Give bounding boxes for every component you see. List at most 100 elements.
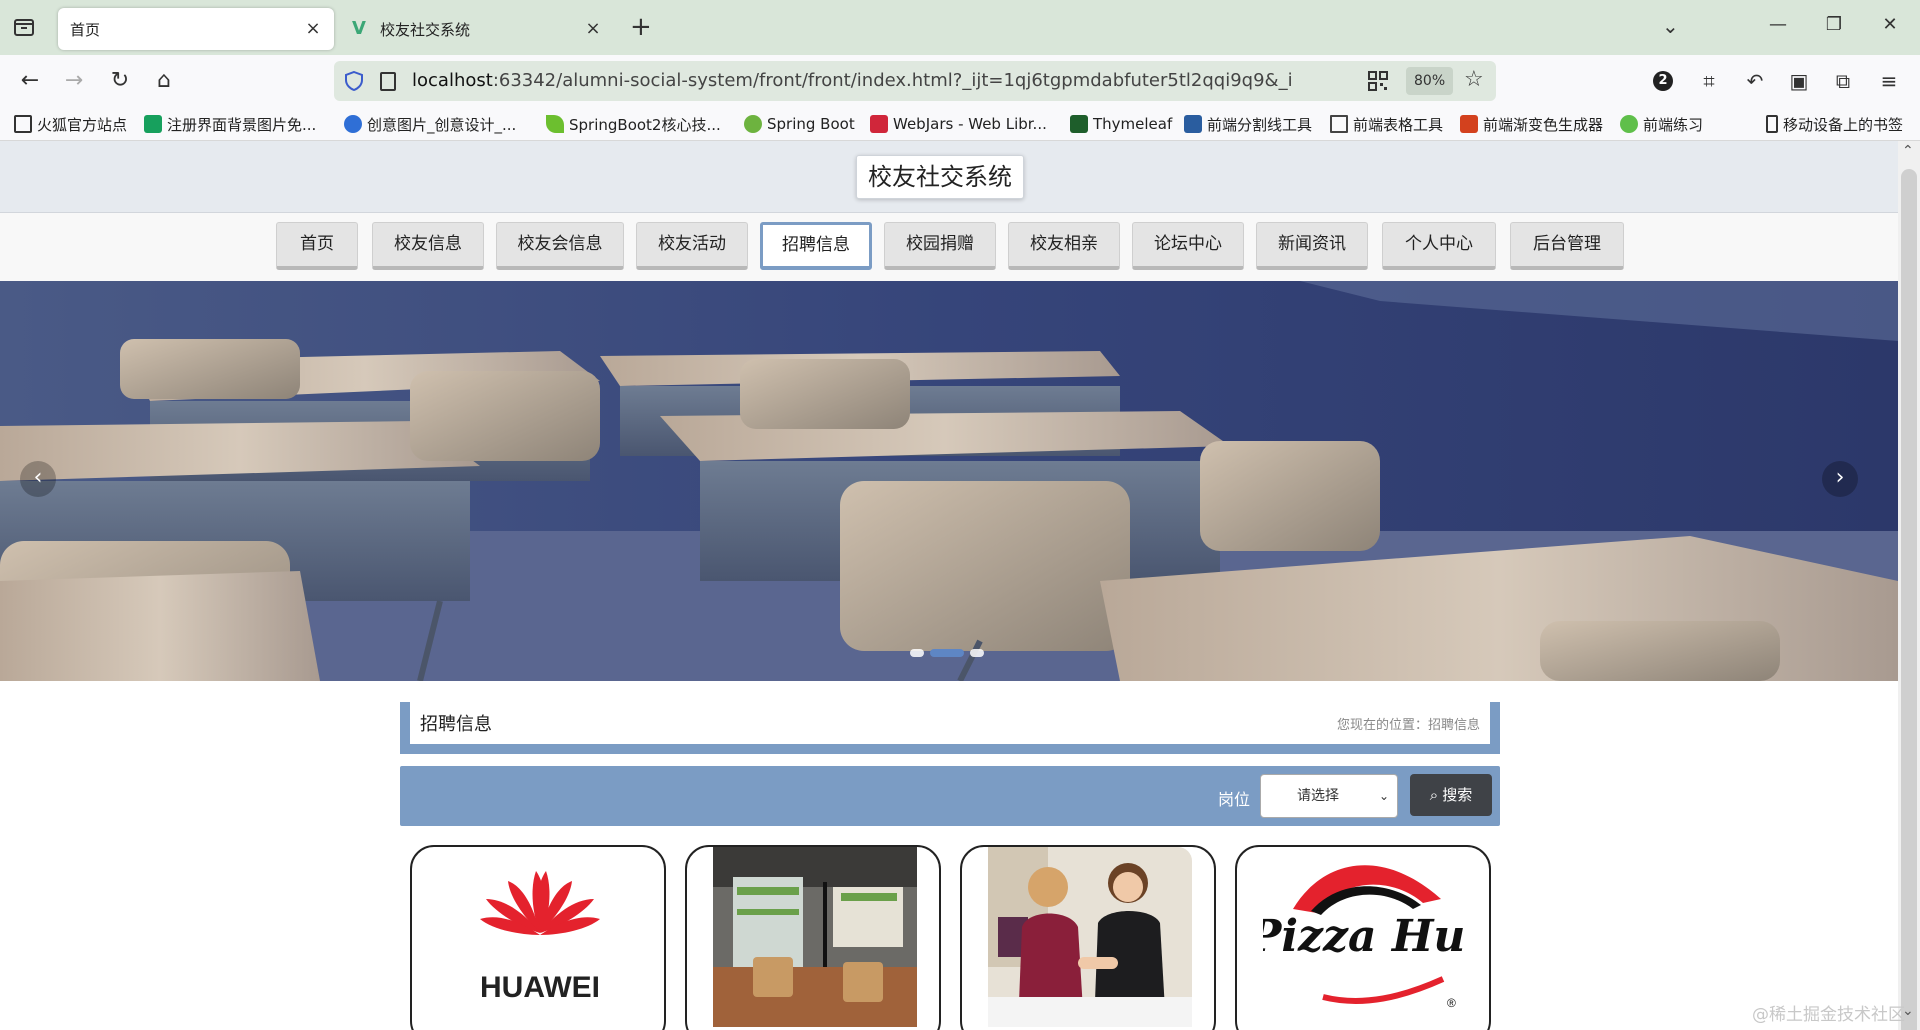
page-viewport: 校友社交系统 首页 校友信息 校友会信息 校友活动 招聘信息 校园捐赠 校友相亲… bbox=[0, 141, 1898, 1030]
mobile-icon bbox=[1766, 115, 1778, 133]
spring-icon bbox=[744, 115, 762, 133]
menu-item-forum[interactable]: 论坛中心 bbox=[1132, 222, 1244, 270]
site-header: 校友社交系统 bbox=[0, 141, 1898, 213]
bookmark-item[interactable]: WebJars - Web Libr... bbox=[870, 112, 1047, 136]
bookmark-item[interactable]: 前端分割线工具 bbox=[1184, 112, 1312, 136]
job-card[interactable]: HUAWEI bbox=[410, 845, 666, 1030]
bookmark-item[interactable]: SpringBoot2核心技... bbox=[546, 112, 721, 136]
menu-item-recruitment[interactable]: 招聘信息 bbox=[760, 222, 872, 270]
restore-icon[interactable]: ❐ bbox=[1822, 14, 1846, 35]
qr-code-icon[interactable] bbox=[1368, 71, 1388, 91]
page-icon bbox=[380, 72, 396, 91]
shield-icon[interactable] bbox=[344, 71, 364, 91]
menu-item-profile[interactable]: 个人中心 bbox=[1382, 222, 1496, 270]
pizza-hut-logo: Pizza Hut ® bbox=[1263, 865, 1467, 1010]
carousel-dot[interactable] bbox=[910, 649, 924, 657]
bookmark-item[interactable]: 移动设备上的书签 bbox=[1766, 112, 1903, 136]
navigation-toolbar: ← → ↻ ⌂ localhost:63342/alumni-social-sy… bbox=[0, 55, 1920, 107]
menu-item-news[interactable]: 新闻资讯 bbox=[1256, 222, 1368, 270]
menu-item-home[interactable]: 首页 bbox=[276, 222, 358, 270]
search-button[interactable]: ⌕ 搜索 bbox=[1410, 774, 1492, 816]
screenshot-icon[interactable]: ▣ bbox=[1786, 68, 1812, 94]
vue-icon: V bbox=[352, 18, 366, 39]
reload-icon[interactable]: ↻ bbox=[106, 67, 134, 95]
close-icon[interactable]: × bbox=[304, 20, 322, 38]
close-icon[interactable]: × bbox=[584, 20, 602, 38]
minimize-icon[interactable]: — bbox=[1766, 14, 1790, 35]
tab-bar: 首页 × V 校友社交系统 × + ⌄ — ❐ ✕ bbox=[0, 0, 1920, 55]
carousel-next-icon[interactable]: › bbox=[1822, 461, 1858, 497]
zoom-level[interactable]: 80% bbox=[1406, 67, 1454, 95]
svg-text:®: ® bbox=[1447, 996, 1456, 1010]
bookmark-item[interactable]: 创意图片_创意设计_... bbox=[344, 112, 516, 136]
bookmark-favicon-icon bbox=[1184, 115, 1202, 133]
section-title-box: 招聘信息 您现在的位置：招聘信息 bbox=[400, 702, 1500, 754]
svg-text:HUAWEI: HUAWEI bbox=[480, 971, 600, 1004]
undo-icon[interactable]: ↶ bbox=[1742, 68, 1768, 94]
job-card[interactable]: Pizza Hut ® bbox=[1235, 845, 1491, 1030]
folder-icon bbox=[14, 115, 32, 133]
menu-icon[interactable]: ≡ bbox=[1876, 68, 1902, 94]
job-card[interactable] bbox=[960, 845, 1216, 1030]
menu-item-donation[interactable]: 校园捐赠 bbox=[884, 222, 996, 270]
tab-home[interactable]: 首页 × bbox=[58, 8, 334, 50]
address-bar[interactable]: localhost:63342/alumni-social-system/fro… bbox=[334, 61, 1496, 101]
huawei-logo: HUAWEI bbox=[480, 871, 600, 1004]
filter-bar: 岗位 请选择 ⌄ ⌕ 搜索 bbox=[400, 766, 1500, 826]
bookmark-star-icon[interactable]: ☆ bbox=[1464, 67, 1484, 92]
bookmark-item[interactable]: 前端表格工具 bbox=[1330, 112, 1443, 136]
page-scrollbar[interactable]: ⌃ ⌄ bbox=[1898, 141, 1920, 1030]
menu-item-admin[interactable]: 后台管理 bbox=[1510, 222, 1624, 270]
position-select[interactable]: 请选择 ⌄ bbox=[1260, 774, 1398, 818]
tab-title: 首页 bbox=[70, 20, 101, 39]
bookmark-item[interactable]: 注册界面背景图片免... bbox=[144, 112, 316, 136]
gradient-icon bbox=[1460, 115, 1478, 133]
url-text[interactable]: localhost:63342/alumni-social-system/fro… bbox=[412, 70, 1292, 91]
scroll-up-icon[interactable]: ⌃ bbox=[1902, 143, 1914, 159]
bookmark-favicon-icon bbox=[144, 115, 162, 133]
extensions-icon[interactable]: ⧉ bbox=[1830, 68, 1856, 94]
bookmark-item[interactable]: 火狐官方站点 bbox=[14, 112, 127, 136]
menu-item-alumni-info[interactable]: 校友信息 bbox=[372, 222, 484, 270]
interview-handshake-photo bbox=[988, 847, 1192, 1027]
menu-item-activities[interactable]: 校友活动 bbox=[636, 222, 748, 270]
leaf-icon bbox=[546, 115, 564, 133]
table-icon bbox=[1330, 115, 1348, 133]
bookmark-favicon-icon bbox=[344, 115, 362, 133]
new-tab-icon[interactable]: + bbox=[630, 14, 652, 40]
home-icon[interactable]: ⌂ bbox=[150, 67, 178, 95]
scroll-thumb[interactable] bbox=[1901, 169, 1917, 1030]
carousel-prev-icon[interactable]: ‹ bbox=[20, 461, 56, 497]
webjars-icon bbox=[870, 115, 888, 133]
menu-item-matchmaking[interactable]: 校友相亲 bbox=[1008, 222, 1120, 270]
thymeleaf-icon bbox=[1070, 115, 1088, 133]
position-label: 岗位 bbox=[1218, 790, 1251, 809]
main-menu: 首页 校友信息 校友会信息 校友活动 招聘信息 校园捐赠 校友相亲 论坛中心 新… bbox=[0, 213, 1898, 281]
banner-carousel[interactable]: ‹ › bbox=[0, 281, 1898, 681]
site-title: 校友社交系统 bbox=[856, 155, 1024, 199]
back-icon[interactable]: ← bbox=[16, 67, 44, 95]
job-card[interactable] bbox=[685, 845, 941, 1030]
chevron-down-icon: ⌄ bbox=[1378, 789, 1389, 803]
carousel-dot[interactable] bbox=[970, 649, 984, 657]
bookmark-item[interactable]: 前端练习 bbox=[1620, 112, 1703, 136]
bookmark-item[interactable]: Spring Boot bbox=[744, 112, 855, 136]
chevron-down-icon[interactable]: ⌄ bbox=[1662, 14, 1679, 38]
carousel-dot-active[interactable] bbox=[930, 649, 964, 657]
bookmark-item[interactable]: 前端渐变色生成器 bbox=[1460, 112, 1603, 136]
menu-item-alumni-association[interactable]: 校友会信息 bbox=[496, 222, 624, 270]
bookmarks-toolbar: 火狐官方站点 注册界面背景图片免... 创意图片_创意设计_... Spring… bbox=[0, 107, 1920, 141]
carousel-indicators bbox=[910, 649, 984, 657]
section-title: 招聘信息 bbox=[420, 714, 492, 735]
window-close-icon[interactable]: ✕ bbox=[1878, 14, 1902, 35]
bookmark-item[interactable]: Thymeleaf bbox=[1070, 112, 1172, 136]
extension-badge-icon[interactable]: 2 bbox=[1650, 68, 1676, 94]
svg-text:Pizza Hut: Pizza Hut bbox=[1263, 911, 1467, 962]
crop-icon[interactable]: ⌗ bbox=[1696, 68, 1722, 94]
tab-list-icon[interactable] bbox=[12, 15, 36, 39]
forward-icon[interactable]: → bbox=[60, 67, 88, 95]
tab-alumni-system[interactable]: V 校友社交系统 × bbox=[340, 8, 614, 50]
tab-title: 校友社交系统 bbox=[380, 20, 471, 39]
search-icon: ⌕ bbox=[1429, 786, 1439, 804]
classroom-image bbox=[0, 281, 1898, 681]
